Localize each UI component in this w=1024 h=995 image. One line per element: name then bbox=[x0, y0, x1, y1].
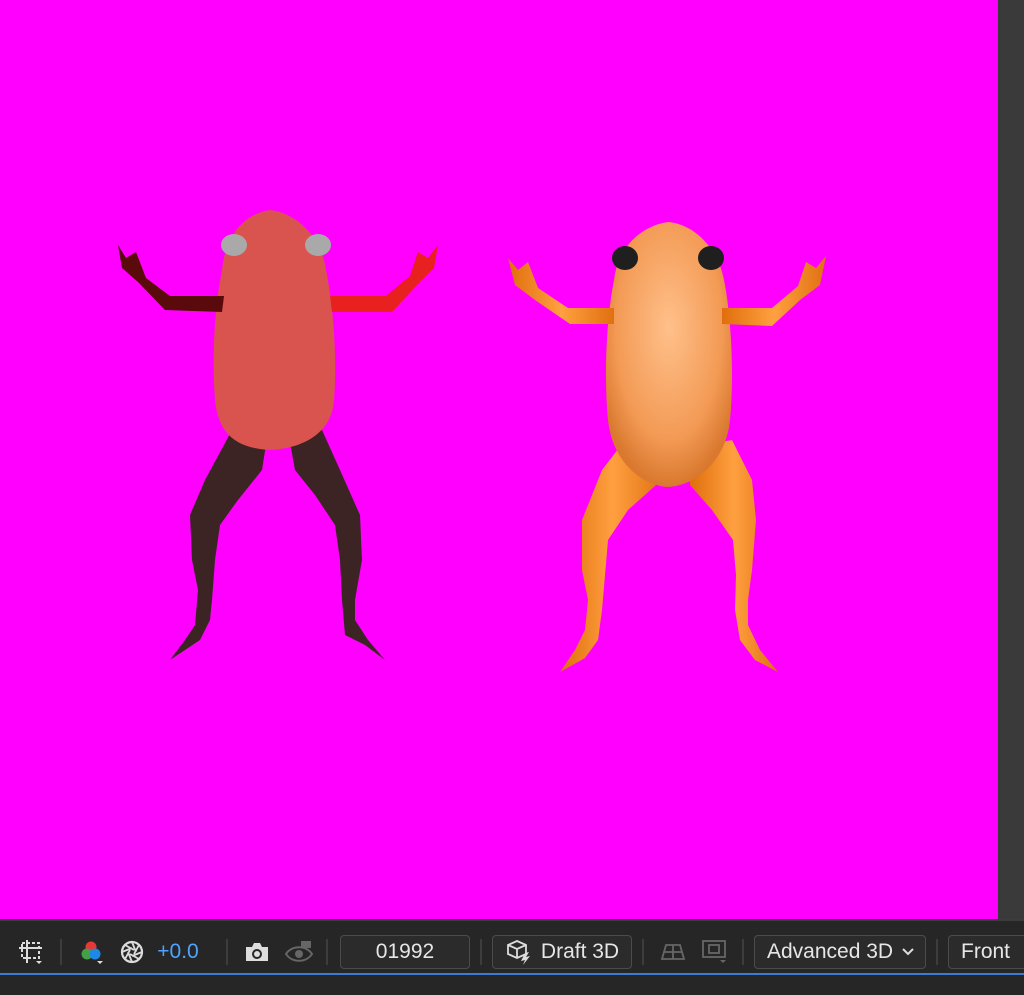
composition-viewport[interactable] bbox=[0, 0, 998, 919]
aperture-icon[interactable] bbox=[116, 933, 148, 971]
frog-eye-right bbox=[698, 246, 724, 270]
renderer-label: Advanced 3D bbox=[767, 940, 894, 963]
cube-icon bbox=[507, 940, 530, 965]
chevron-down-icon bbox=[902, 948, 914, 956]
frog-eye-left bbox=[612, 246, 638, 270]
view-label: Front bbox=[961, 940, 1011, 963]
ground-plane-icon[interactable] bbox=[656, 933, 690, 971]
extended-viewer-icon[interactable] bbox=[698, 933, 732, 971]
frog-eye-left bbox=[221, 234, 247, 256]
exposure-value[interactable]: +0.0 bbox=[154, 933, 202, 971]
draft-3d-button[interactable]: Draft 3D bbox=[492, 935, 632, 969]
region-of-interest-icon[interactable] bbox=[14, 933, 48, 971]
panel-scrollbar[interactable] bbox=[998, 0, 1024, 919]
viewer-toolbar: +0.0 01992 Draft 3D Advanced 3D Front bbox=[0, 919, 1024, 995]
draft-3d-label: Draft 3D bbox=[540, 940, 620, 963]
composition-canvas[interactable] bbox=[0, 0, 998, 919]
show-snapshot-icon[interactable] bbox=[282, 933, 316, 971]
rgb-channels-icon[interactable] bbox=[74, 933, 108, 971]
current-time-display[interactable]: 01992 bbox=[340, 935, 470, 969]
renderer-dropdown[interactable]: Advanced 3D bbox=[754, 935, 926, 969]
composition-background bbox=[0, 0, 998, 919]
active-viewer-indicator bbox=[0, 973, 1024, 975]
3d-view-dropdown[interactable]: Front bbox=[948, 935, 1024, 969]
camera-icon[interactable] bbox=[240, 933, 274, 971]
frog-eye-right bbox=[305, 234, 331, 256]
